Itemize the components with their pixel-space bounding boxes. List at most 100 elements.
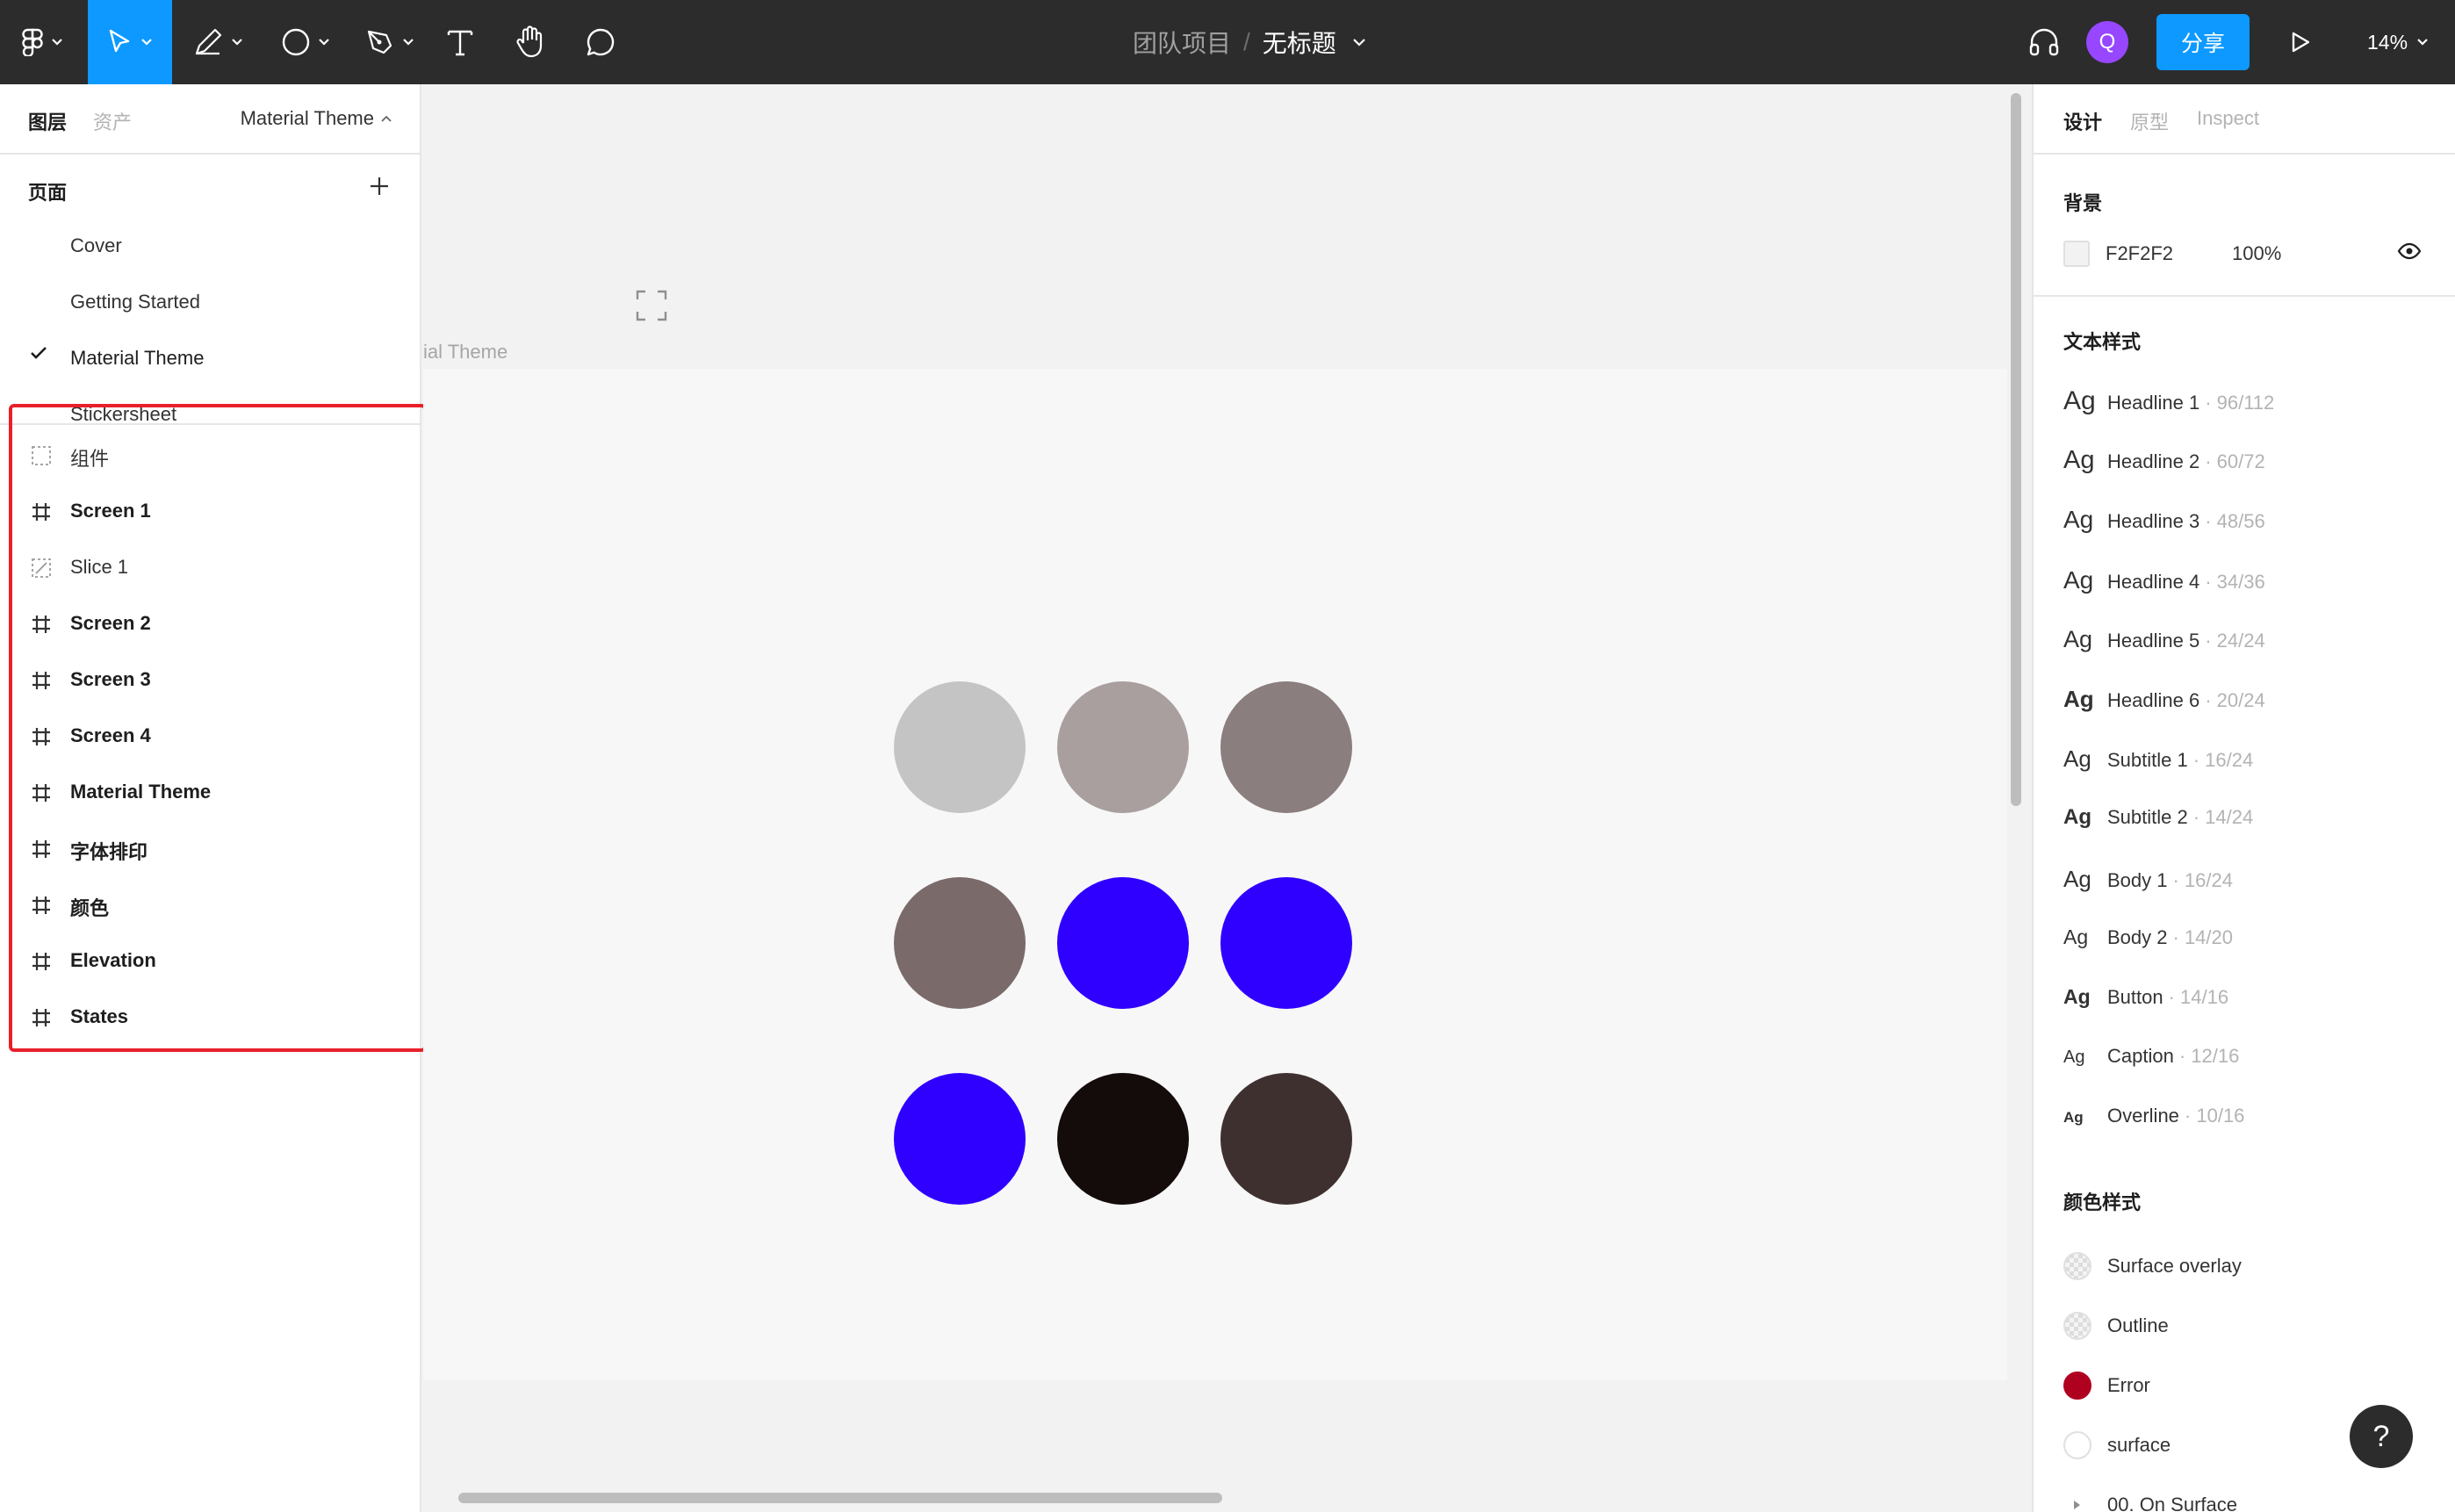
present-button[interactable] <box>2269 0 2332 84</box>
text-style-row[interactable]: Ag Headline 6 · 20/24 <box>2063 686 2441 721</box>
text-style-preview: Ag <box>2063 686 2094 712</box>
chevron-down-icon <box>141 39 152 46</box>
page-item-material-theme[interactable]: Material Theme <box>70 347 204 370</box>
color-style-name: 00. On Surface <box>2107 1494 2237 1512</box>
text-style-row[interactable]: Ag Headline 5 · 24/24 <box>2063 626 2441 661</box>
color-style-row[interactable]: Surface overlay <box>2063 1249 2242 1284</box>
page-item-cover[interactable]: Cover <box>70 234 122 257</box>
frame-tool-button[interactable] <box>176 0 260 84</box>
text-style-row[interactable]: Ag Headline 2 · 60/72 <box>2063 446 2441 481</box>
text-style-name: Button <box>2107 986 2163 1008</box>
text-style-row[interactable]: Ag Subtitle 1 · 16/24 <box>2063 745 2441 781</box>
color-swatch-circle[interactable] <box>894 681 1026 813</box>
audio-button[interactable] <box>2012 0 2076 84</box>
eye-icon[interactable] <box>2397 242 2422 260</box>
move-tool-button[interactable] <box>88 0 172 84</box>
color-swatch-circle[interactable] <box>1057 877 1189 1009</box>
color-swatch-circle[interactable] <box>1220 877 1352 1009</box>
team-name[interactable]: 团队项目 <box>1133 25 1231 60</box>
text-style-spec: · 14/24 <box>2192 806 2254 829</box>
text-style-row[interactable]: Ag Headline 1 · 96/112 <box>2063 386 2441 421</box>
text-style-row[interactable]: Ag Overline · 10/16 <box>2063 1105 2441 1140</box>
color-style-row[interactable]: 00. On Surface <box>2063 1487 2237 1512</box>
text-style-preview: Ag <box>2063 1048 2085 1068</box>
text-style-preview: Ag <box>2063 925 2089 948</box>
text-style-row[interactable]: Ag Headline 3 · 48/56 <box>2063 506 2441 541</box>
left-panel-tabs: 图层 资产 Material Theme <box>0 84 420 155</box>
text-style-name: Headline 4 <box>2107 570 2200 593</box>
check-icon <box>31 347 47 359</box>
shape-tool-button[interactable] <box>263 0 348 84</box>
color-swatch-circle[interactable] <box>1057 1073 1189 1205</box>
pen-tool-button[interactable] <box>348 0 432 84</box>
section-divider <box>2034 295 2455 297</box>
library-switcher-label: Material Theme <box>240 107 374 129</box>
help-button[interactable]: ? <box>2350 1405 2413 1468</box>
shape-tool-icon <box>282 28 310 56</box>
present-icon <box>2292 32 2310 53</box>
text-style-row[interactable]: Ag Caption · 12/16 <box>2063 1045 2441 1080</box>
file-title[interactable]: 团队项目 / 无标题 <box>1133 0 1396 84</box>
text-style-spec: · 34/36 <box>2205 570 2265 593</box>
text-style-preview: Ag <box>2063 625 2093 652</box>
color-style-name: Error <box>2107 1374 2150 1396</box>
page-item-getting-started[interactable]: Getting Started <box>70 291 200 313</box>
background-color-swatch[interactable] <box>2063 241 2090 267</box>
add-page-button[interactable] <box>364 170 395 202</box>
share-button[interactable]: 分享 <box>2156 14 2250 70</box>
text-style-name: Body 2 <box>2107 925 2168 948</box>
chevron-down-icon[interactable] <box>1352 38 1366 47</box>
text-style-spec: · 24/24 <box>2205 629 2265 652</box>
hand-tool-button[interactable] <box>495 0 565 84</box>
tab-design[interactable]: 设计 <box>2063 107 2102 135</box>
color-styles-section-title: 颜色样式 <box>2063 1192 2142 1213</box>
text-style-preview: Ag <box>2063 985 2091 1008</box>
text-style-row[interactable]: Ag Subtitle 2 · 14/24 <box>2063 805 2441 840</box>
text-style-spec: · 16/24 <box>2192 749 2254 772</box>
text-style-row[interactable]: Ag Headline 4 · 34/36 <box>2063 566 2441 601</box>
zoom-dropdown[interactable]: 14% <box>2367 0 2437 84</box>
main-menu-button[interactable] <box>0 0 84 84</box>
canvas[interactable]: ial Theme <box>423 84 2032 1512</box>
color-swatch-circle[interactable] <box>1220 681 1352 813</box>
color-swatch-circle[interactable] <box>1057 681 1189 813</box>
material-theme-frame[interactable] <box>423 369 2007 1380</box>
horizontal-scrollbar[interactable] <box>458 1493 1222 1503</box>
color-style-name: Outline <box>2107 1314 2169 1336</box>
file-name[interactable]: 无标题 <box>1263 25 1336 60</box>
text-style-row[interactable]: Ag Button · 14/16 <box>2063 985 2441 1020</box>
text-tool-button[interactable] <box>425 0 495 84</box>
comment-tool-button[interactable] <box>565 0 636 84</box>
tab-assets[interactable]: 资产 <box>93 107 132 135</box>
frame-tool-icon <box>195 28 222 55</box>
text-style-spec: · 14/20 <box>2172 925 2234 948</box>
chevron-down-icon <box>403 39 414 46</box>
text-style-row[interactable]: Ag Body 2 · 14/20 <box>2063 925 2441 961</box>
avatar[interactable]: Q <box>2086 21 2128 63</box>
vertical-scrollbar[interactable] <box>2011 93 2021 806</box>
background-opacity-input[interactable]: 100% <box>2232 242 2281 265</box>
text-tool-icon <box>447 30 473 56</box>
zoom-level: 14% <box>2367 30 2408 54</box>
text-style-preview: Ag <box>2063 865 2091 892</box>
tab-prototype[interactable]: 原型 <box>2130 107 2169 135</box>
hand-tool-icon <box>516 25 543 58</box>
library-switcher[interactable]: Material Theme <box>241 107 392 130</box>
color-swatch-circle[interactable] <box>894 877 1026 1009</box>
color-swatch-circle[interactable] <box>1220 1073 1352 1205</box>
audio-icon <box>2029 28 2059 56</box>
frame-label[interactable]: ial Theme <box>423 341 508 364</box>
tab-layers[interactable]: 图层 <box>28 107 67 135</box>
color-style-row[interactable]: Error <box>2063 1368 2150 1403</box>
focus-frame-icon[interactable] <box>636 290 667 321</box>
color-style-row[interactable]: surface <box>2063 1428 2171 1463</box>
color-swatch-circle[interactable] <box>894 1073 1026 1205</box>
text-style-preview: Ag <box>2063 745 2091 773</box>
tab-inspect[interactable]: Inspect <box>2197 107 2259 130</box>
text-style-spec: · 60/72 <box>2205 450 2265 473</box>
color-style-row[interactable]: Outline <box>2063 1308 2169 1343</box>
right-panel-tabs: 设计 原型 Inspect <box>2034 84 2455 155</box>
text-style-row[interactable]: Ag Body 1 · 16/24 <box>2063 866 2441 901</box>
text-style-spec: · 48/56 <box>2205 510 2265 533</box>
background-hex-input[interactable]: F2F2F2 <box>2106 242 2173 265</box>
